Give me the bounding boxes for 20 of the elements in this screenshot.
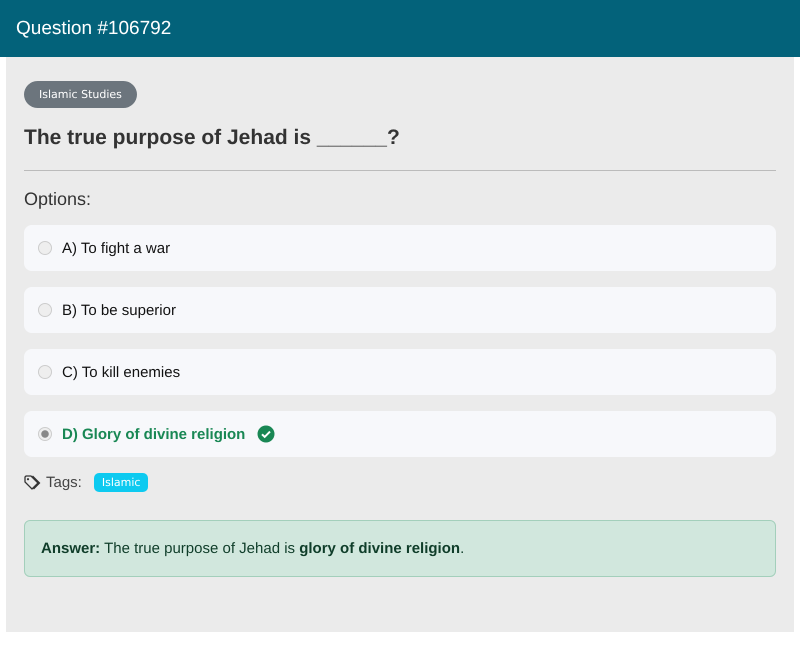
options-label: Options:: [24, 189, 92, 210]
radio-button[interactable]: [38, 365, 52, 379]
category-badge[interactable]: Islamic Studies: [24, 81, 137, 108]
tags-icon: [24, 474, 42, 490]
radio-button[interactable]: [38, 303, 52, 317]
option-row[interactable]: B) To be superior: [24, 287, 776, 333]
answer-text: Answer: The true purpose of Jehad is glory of divine religion.: [41, 540, 466, 557]
option-text: D) Glory of divine religion: [62, 426, 246, 442]
option-text: A) To fight a war: [62, 240, 170, 256]
radio-button[interactable]: [38, 241, 52, 255]
option-text: B) To be superior: [62, 302, 176, 318]
option-row[interactable]: D) Glory of divine religion: [24, 411, 776, 457]
option-row[interactable]: A) To fight a war: [24, 225, 776, 271]
option-row[interactable]: C) To kill enemies: [24, 349, 776, 395]
check-circle-icon: [257, 425, 276, 443]
radio-button[interactable]: [38, 427, 52, 441]
question-title: Question #106792: [16, 18, 172, 40]
question-text: The true purpose of Jehad is ______?: [24, 126, 401, 150]
tags-label: Tags:: [46, 474, 82, 491]
option-text: C) To kill enemies: [62, 364, 180, 380]
